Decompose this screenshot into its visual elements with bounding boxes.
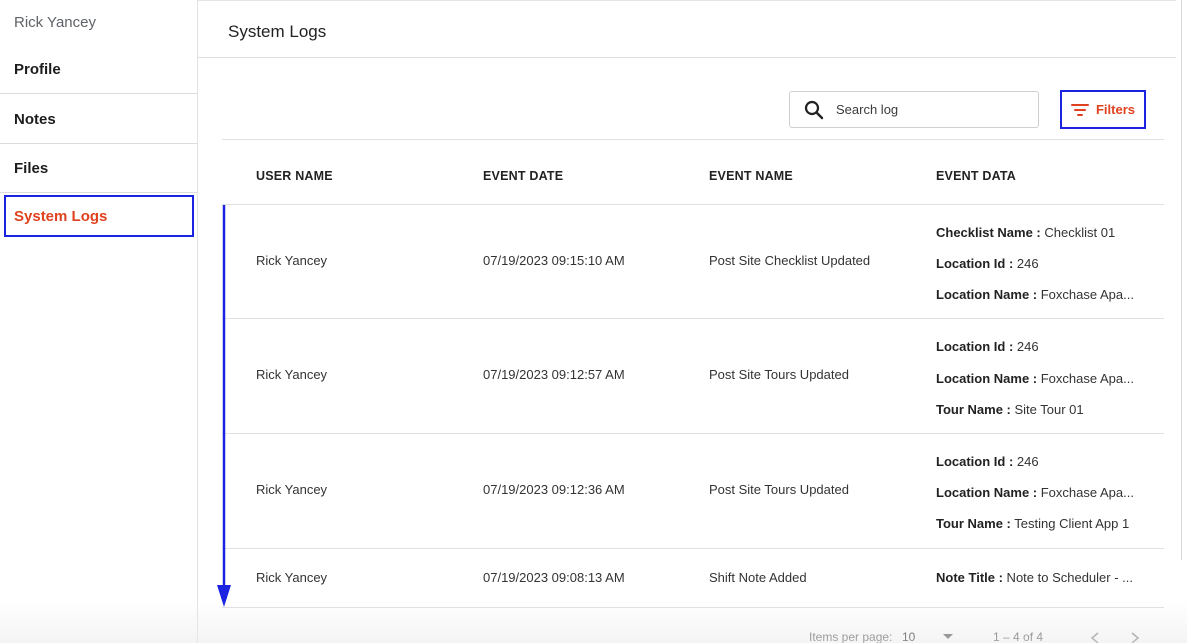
- filter-icon: [1070, 103, 1089, 116]
- annotation-arrow: [217, 205, 231, 607]
- cell-user-name: Rick Yancey: [256, 482, 328, 497]
- page-header: System Logs: [198, 0, 1176, 58]
- event-data-line: Tour Name : Site Tour 01: [936, 402, 1084, 417]
- event-data-value: Foxchase Apa...: [1037, 371, 1134, 386]
- event-data-line: Location Id : 246: [936, 256, 1039, 271]
- cell-user-name: Rick Yancey: [256, 367, 328, 382]
- chevron-left-icon[interactable]: [1090, 632, 1100, 643]
- cell-event-date: 07/19/2023 09:12:36 AM: [483, 482, 625, 497]
- column-header-event-name[interactable]: EVENT NAME: [709, 169, 793, 183]
- search-box[interactable]: [789, 91, 1039, 128]
- search-icon: [804, 100, 824, 119]
- event-data-value: Foxchase Apa...: [1037, 287, 1134, 302]
- items-per-page-label: Items per page:: [809, 630, 893, 643]
- event-data-key: Location Name :: [936, 485, 1038, 500]
- search-input[interactable]: [836, 102, 1016, 117]
- table-row[interactable]: Rick Yancey 07/19/2023 09:15:10 AM Post …: [222, 205, 1164, 319]
- cell-user-name: Rick Yancey: [256, 570, 328, 585]
- cell-event-name: Post Site Tours Updated: [709, 367, 849, 382]
- page-title: System Logs: [228, 22, 327, 41]
- column-header-user-name[interactable]: USER NAME: [256, 169, 333, 183]
- column-header-event-data[interactable]: EVENT DATA: [936, 169, 1016, 183]
- event-data-value: 246: [1013, 339, 1039, 354]
- event-data-key: Tour Name :: [936, 516, 1011, 531]
- event-data-value: Foxchase Apa...: [1037, 485, 1134, 500]
- event-data-value: Site Tour 01: [1010, 402, 1084, 417]
- event-data-key: Location Id :: [936, 339, 1014, 354]
- pagination-range: 1 – 4 of 4: [993, 630, 1044, 643]
- event-data-value: Testing Client App 1: [1010, 516, 1130, 531]
- event-data-line: Location Name : Foxchase Apa...: [936, 371, 1134, 386]
- event-data-key: Note Title :: [936, 570, 1003, 585]
- table-header-row: USER NAME EVENT DATE EVENT NAME EVENT DA…: [222, 139, 1164, 205]
- cell-event-name: Post Site Checklist Updated: [709, 253, 871, 268]
- event-data-value: 246: [1013, 256, 1039, 271]
- scrollbar-track[interactable]: [1181, 0, 1182, 560]
- sidebar-user-name: Rick Yancey: [14, 14, 96, 31]
- table-row[interactable]: Rick Yancey 07/19/2023 09:08:13 AM Shift…: [222, 549, 1164, 608]
- event-data-line: Location Name : Foxchase Apa...: [936, 287, 1134, 302]
- cell-user-name: Rick Yancey: [256, 253, 328, 268]
- event-data-line: Location Id : 246: [936, 454, 1039, 469]
- event-data-key: Tour Name :: [936, 402, 1011, 417]
- filters-label: Filters: [1095, 102, 1135, 117]
- sidebar-item-system-logs[interactable]: System Logs: [0, 192, 197, 241]
- items-per-page-select[interactable]: 10: [902, 630, 915, 643]
- sidebar: Rick Yancey Profile Notes Files System L…: [0, 0, 198, 643]
- event-data-line: Tour Name : Testing Client App 1: [936, 516, 1129, 531]
- event-data-line: Note Title : Note to Scheduler - ...: [936, 570, 1133, 585]
- event-data-value: Note to Scheduler - ...: [1002, 570, 1134, 585]
- column-header-event-date[interactable]: EVENT DATE: [483, 169, 563, 183]
- event-data-key: Location Id :: [936, 454, 1014, 469]
- chevron-down-icon[interactable]: [943, 634, 953, 640]
- filters-button[interactable]: Filters: [1060, 90, 1146, 129]
- cell-event-name: Shift Note Added: [709, 570, 807, 585]
- table-row[interactable]: Rick Yancey 07/19/2023 09:12:36 AM Post …: [222, 434, 1164, 549]
- event-data-line: Location Id : 246: [936, 339, 1039, 354]
- event-data-key: Location Name :: [936, 371, 1038, 386]
- sidebar-item-notes[interactable]: Notes: [0, 95, 197, 144]
- cell-event-date: 07/19/2023 09:08:13 AM: [483, 570, 625, 585]
- cell-event-date: 07/19/2023 09:15:10 AM: [483, 253, 625, 268]
- event-data-key: Checklist Name :: [936, 225, 1041, 240]
- event-data-key: Location Id :: [936, 256, 1014, 271]
- sidebar-item-files[interactable]: Files: [0, 144, 197, 193]
- event-data-value: Checklist 01: [1040, 225, 1116, 240]
- event-data-line: Location Name : Foxchase Apa...: [936, 485, 1134, 500]
- table-row[interactable]: Rick Yancey 07/19/2023 09:12:57 AM Post …: [222, 319, 1164, 434]
- pagination-bar: Items per page: 10 1 – 4 of 4: [222, 624, 1164, 643]
- sidebar-item-profile[interactable]: Profile: [0, 45, 197, 94]
- event-data-value: 246: [1013, 454, 1039, 469]
- cell-event-name: Post Site Tours Updated: [709, 482, 849, 497]
- event-data-key: Location Name :: [936, 287, 1038, 302]
- event-data-line: Checklist Name : Checklist 01: [936, 225, 1115, 240]
- cell-event-date: 07/19/2023 09:12:57 AM: [483, 367, 625, 382]
- chevron-right-icon[interactable]: [1130, 632, 1140, 643]
